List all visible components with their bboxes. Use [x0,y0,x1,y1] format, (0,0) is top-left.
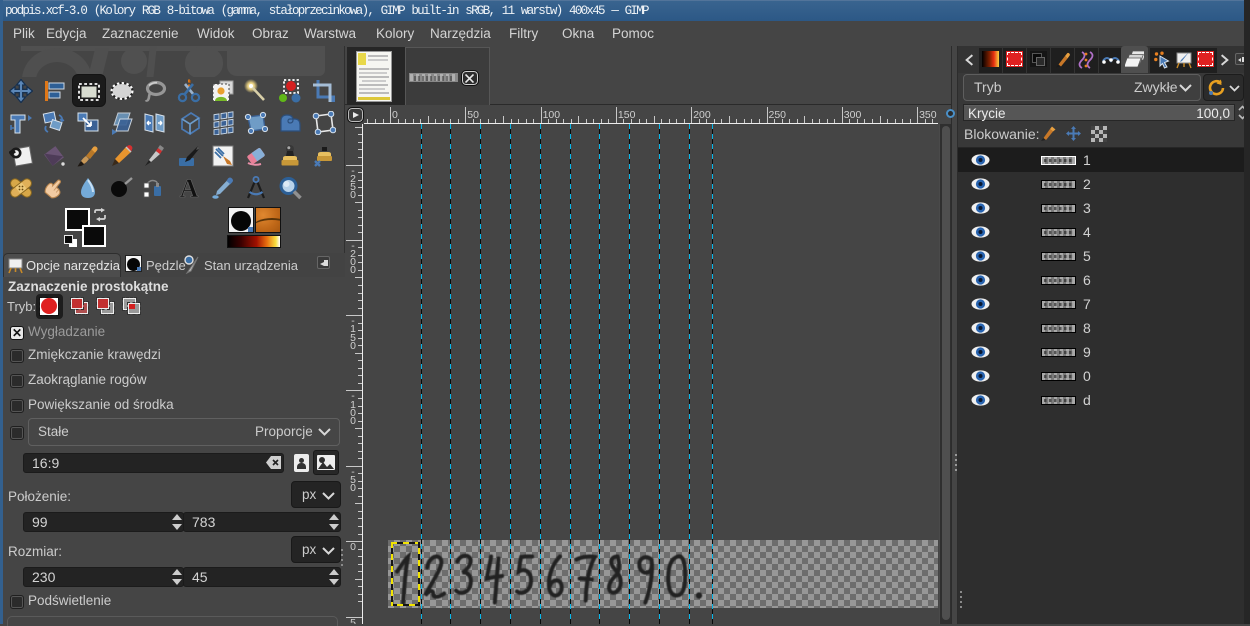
svg-text:A: A [180,176,199,200]
